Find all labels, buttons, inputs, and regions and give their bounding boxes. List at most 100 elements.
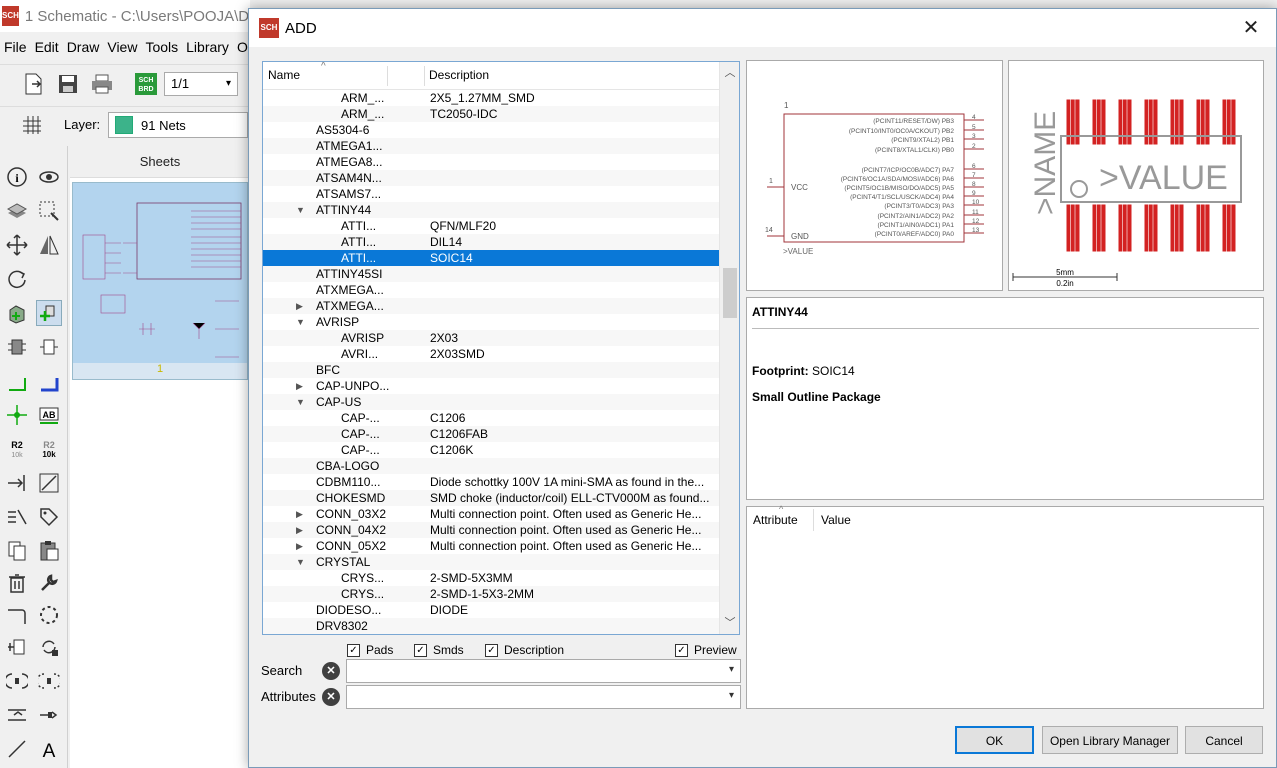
expanded-arrow-icon[interactable]: ▼ [296,314,305,330]
mirror-icon[interactable] [36,232,62,258]
select-group-icon[interactable] [36,198,62,224]
name-icon[interactable]: R2 10k [4,436,30,462]
sheet-thumbnail[interactable]: 1 [72,182,248,380]
clear-search-icon[interactable]: ✕ [322,662,340,680]
list-item[interactable]: CHOKESMD SMD choke (inductor/coil) ELL-CT… [263,490,719,506]
expanded-arrow-icon[interactable]: ▼ [296,202,305,218]
menu-view[interactable]: View [103,39,141,55]
paste-icon[interactable] [36,538,62,564]
list-item[interactable]: ▼ AVRISP [263,314,719,330]
cancel-button[interactable]: Cancel [1185,726,1263,754]
scroll-up-icon[interactable]: ︿ [720,64,739,82]
preview-checkbox[interactable]: ✓ Preview [675,643,737,657]
sheet-select[interactable]: 1/1 [164,72,238,96]
menu-tools[interactable]: Tools [141,39,182,55]
list-item[interactable]: CDBM110... Diode schottky 100V 1A mini-SM… [263,474,719,490]
change-icon[interactable] [4,668,30,694]
optimize-icon[interactable] [4,702,30,728]
copy-icon[interactable] [4,538,30,564]
menu-file[interactable]: File [0,39,31,55]
list-item[interactable]: ATMEGA8... [263,154,719,170]
open-library-manager-button[interactable]: Open Library Manager [1042,726,1178,754]
collapsed-arrow-icon[interactable]: ▶ [296,506,303,522]
list-item[interactable]: ATXMEGA... [263,282,719,298]
sch-brd-switch-icon[interactable]: SCH BRD [132,70,160,98]
list-item[interactable]: CAP-... C1206 [263,410,719,426]
attributes-combobox[interactable] [346,685,741,709]
print-icon[interactable] [88,70,116,98]
info-icon[interactable]: i [4,164,30,190]
list-item[interactable]: CRYS... 2-SMD-5X3MM [263,570,719,586]
list-item[interactable]: CAP-... C1206K [263,442,719,458]
net-arrow-icon[interactable] [4,470,30,496]
wrench-icon[interactable] [36,570,62,596]
rotate-icon[interactable] [4,266,30,292]
list-item[interactable]: ▶ CONN_05X2 Multi connection point. Often … [263,538,719,554]
add-part-icon[interactable] [4,300,30,326]
list-item[interactable]: ATSAMS7... [263,186,719,202]
scroll-down-icon[interactable]: ﹀ [720,614,739,632]
list-item[interactable]: ▼ ATTINY44 [263,202,719,218]
collapsed-arrow-icon[interactable]: ▶ [296,378,303,394]
menu-draw[interactable]: Draw [63,39,104,55]
menu-edit[interactable]: Edit [31,39,63,55]
ripup-icon[interactable] [36,602,62,628]
layer-select[interactable]: 91 Nets [108,112,248,138]
junction-icon[interactable] [4,402,30,428]
value-column-header[interactable]: Value [821,513,851,527]
menu-library[interactable]: Library [182,39,233,55]
search-combobox[interactable] [346,659,741,683]
collapsed-arrow-icon[interactable]: ▶ [296,522,303,538]
invoke-gate-icon[interactable] [4,634,30,660]
list-item[interactable]: BFC [263,362,719,378]
list-scrollbar[interactable]: ︿ ﹀ [719,62,739,634]
list-item[interactable]: ▶ CONN_04X2 Multi connection point. Often … [263,522,719,538]
add-component-icon[interactable] [36,300,62,326]
attribute-column-header[interactable]: Attribute [753,513,798,527]
label-ab-icon[interactable]: AB [36,402,62,428]
list-item[interactable]: CBA-LOGO [263,458,719,474]
list-item[interactable]: ATTINY45SI [263,266,719,282]
list-item[interactable]: ATTI... DIL14 [263,234,719,250]
open-file-icon[interactable] [20,70,48,98]
close-icon[interactable]: ✕ [1238,15,1264,41]
list-item[interactable]: ATMEGA1... [263,138,719,154]
list-item[interactable]: ATTI... SOIC14 [263,250,719,266]
list-item[interactable]: AVRISP 2X03 [263,330,719,346]
search-input[interactable] [351,661,711,681]
line-icon[interactable] [36,470,62,496]
value-icon[interactable]: R2 10k [36,436,62,462]
list-item[interactable]: ATTI... QFN/MLF20 [263,218,719,234]
list-item[interactable]: CAP-... C1206FAB [263,426,719,442]
show-eye-icon[interactable] [36,164,62,190]
column-description-header[interactable]: Description [429,68,489,82]
delete-trash-icon[interactable] [4,570,30,596]
column-name-header[interactable]: Name [268,68,300,82]
list-item[interactable]: AS5304-6 [263,122,719,138]
grid-icon[interactable] [18,111,46,139]
pads-checkbox[interactable]: ✓ Pads [347,643,393,657]
replace-icon[interactable] [4,334,30,360]
description-checkbox[interactable]: ✓ Description [485,643,564,657]
list-item[interactable]: ▶ ATXMEGA... [263,298,719,314]
list-item[interactable]: CRYS... 2-SMD-1-5X3-2MM [263,586,719,602]
gate-swap-icon[interactable] [36,334,62,360]
pinswap-icon[interactable] [36,634,62,660]
text-icon[interactable]: A [36,736,62,762]
smash-icon[interactable] [36,668,62,694]
list-item[interactable]: ▼ CAP-US [263,394,719,410]
draw-line-icon[interactable] [4,736,30,762]
list-item[interactable]: ▶ CAP-UNPO... [263,378,719,394]
save-icon[interactable] [54,70,82,98]
miter-icon[interactable] [4,602,30,628]
list-item[interactable]: DRV8302 [263,618,719,634]
move-icon[interactable] [4,232,30,258]
wire-icon[interactable] [4,370,30,396]
collapsed-arrow-icon[interactable]: ▶ [296,538,303,554]
scroll-thumb[interactable] [723,268,737,318]
library-tree-list[interactable]: Name ^ Description ARM_... 2X5_1.27MM_SMD… [262,61,740,635]
bus-icon[interactable] [36,370,62,396]
collapsed-arrow-icon[interactable]: ▶ [296,298,303,314]
clear-attributes-icon[interactable]: ✕ [322,688,340,706]
ok-button[interactable]: OK [955,726,1034,754]
